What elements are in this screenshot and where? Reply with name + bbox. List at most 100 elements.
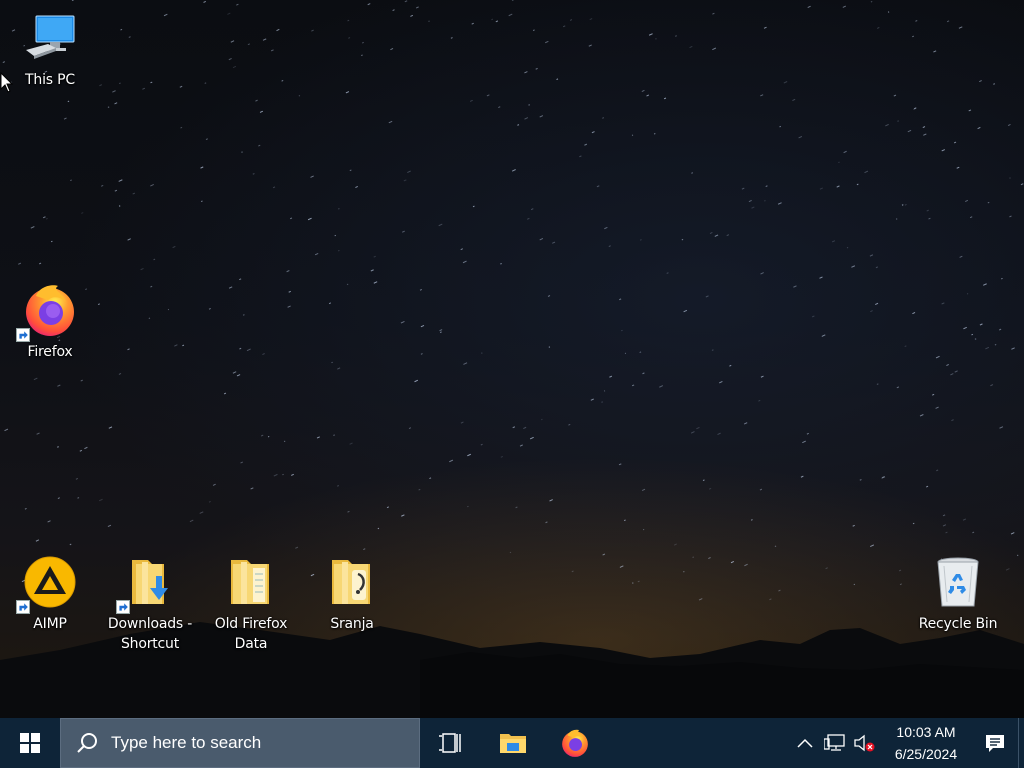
mouse-cursor-icon [0, 72, 14, 93]
star [334, 234, 336, 237]
star [262, 353, 265, 356]
star [935, 355, 940, 359]
star [310, 175, 314, 178]
star [954, 370, 958, 373]
star [969, 216, 973, 219]
star [338, 249, 340, 252]
star [99, 84, 103, 87]
star [462, 260, 467, 264]
star [281, 79, 284, 82]
chevron-up-icon [797, 738, 813, 748]
star [933, 50, 937, 53]
star [415, 6, 419, 9]
star [793, 285, 797, 288]
star [24, 507, 27, 510]
start-button[interactable] [0, 718, 60, 768]
star [846, 246, 849, 249]
star [603, 390, 606, 392]
star [777, 202, 782, 205]
star [500, 263, 502, 265]
star [1001, 277, 1003, 280]
star [114, 102, 118, 105]
desktop-icon-aimp[interactable]: AIMP [4, 552, 96, 648]
star [963, 326, 967, 330]
star [63, 117, 67, 120]
star [418, 488, 421, 491]
star [935, 406, 939, 409]
star [345, 91, 350, 94]
star [750, 519, 753, 521]
star [100, 184, 104, 187]
star [946, 20, 950, 23]
desktop-icon-recycle-bin[interactable]: Recycle Bin [912, 552, 1004, 648]
search-icon [77, 733, 97, 753]
desktop-icon-downloads-shortcut[interactable]: Downloads - Shortcut [104, 552, 196, 662]
star [619, 565, 624, 568]
task-view-button[interactable] [420, 718, 482, 768]
star [641, 89, 645, 93]
search-input[interactable]: Type here to search [60, 718, 420, 768]
star [690, 431, 695, 434]
clock[interactable]: 10:03 AM 6/25/2024 [884, 718, 968, 768]
star [204, 82, 207, 84]
star [898, 569, 902, 572]
star [57, 384, 61, 387]
star [200, 200, 203, 203]
file-explorer-button[interactable] [482, 718, 544, 768]
volume-button[interactable] [850, 718, 880, 768]
desktop-icon-this-pc[interactable]: This PC [4, 8, 96, 104]
desktop-icon-old-firefox-data[interactable]: Old Firefox Data [205, 552, 297, 662]
show-desktop-button[interactable] [1018, 718, 1024, 768]
star [643, 528, 645, 531]
desktop-icon-sranja[interactable]: Sranja [306, 552, 398, 648]
star [258, 144, 261, 147]
star [806, 432, 809, 435]
star [205, 138, 208, 141]
star [528, 104, 530, 106]
star [856, 183, 859, 186]
star [469, 99, 473, 102]
star [346, 283, 349, 286]
star [212, 483, 216, 486]
star [232, 371, 237, 374]
star [972, 531, 975, 534]
star [114, 189, 118, 192]
star [230, 40, 235, 43]
star [163, 13, 168, 17]
star [689, 45, 693, 49]
star [150, 183, 154, 187]
star [530, 208, 534, 211]
star [911, 35, 915, 38]
star [71, 0, 74, 2]
star [702, 479, 705, 482]
firefox-taskbar-button[interactable] [544, 718, 606, 768]
star [807, 5, 811, 9]
star [291, 473, 294, 476]
star [255, 99, 258, 102]
network-button[interactable] [820, 718, 850, 768]
star [108, 426, 113, 429]
star [495, 20, 499, 23]
star [765, 185, 768, 188]
star [774, 545, 777, 548]
star [386, 506, 390, 509]
star [511, 169, 516, 172]
star [523, 426, 527, 430]
desktop-icon-firefox[interactable]: Firefox [4, 280, 96, 376]
star [119, 82, 121, 85]
action-center-button[interactable] [972, 718, 1018, 768]
star [241, 151, 243, 153]
show-hidden-icons-button[interactable] [790, 718, 820, 768]
firefox-icon [562, 729, 588, 757]
star [295, 546, 299, 549]
star [851, 265, 856, 268]
star [373, 255, 376, 258]
star [819, 187, 824, 190]
star [98, 498, 103, 502]
star [547, 295, 551, 297]
star [836, 185, 840, 188]
star [885, 123, 889, 127]
task-view-icon [439, 733, 461, 753]
star [759, 488, 763, 491]
star [404, 0, 408, 3]
